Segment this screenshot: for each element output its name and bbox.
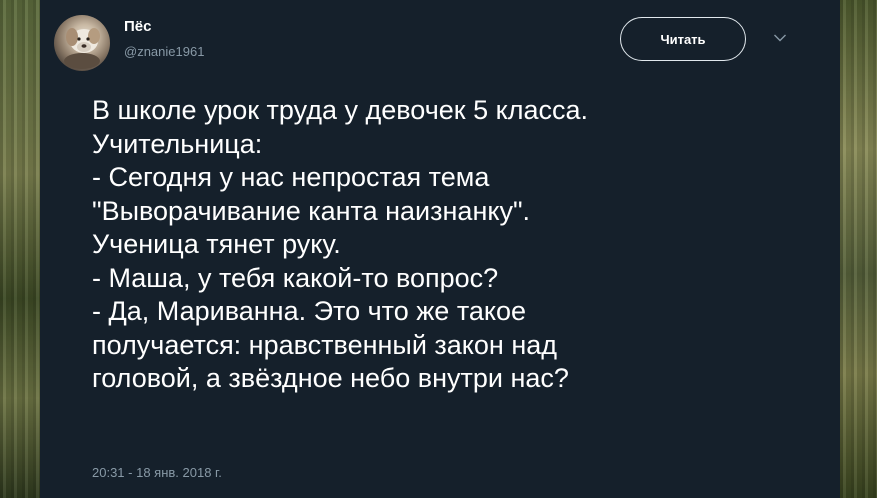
tweet-line: "Выворачивание канта наизнанку". <box>92 195 531 226</box>
tweet-line: - Да, Мариванна. Это что же такое <box>92 296 527 326</box>
tweet-line: - Сегодня у нас непростая тема <box>92 162 490 192</box>
tweet-line: Учительница: <box>92 128 263 159</box>
dog-avatar-image <box>64 28 100 69</box>
chevron-down-icon[interactable] <box>773 33 787 43</box>
background-photo-right <box>840 0 877 498</box>
tweet-timestamp[interactable]: 20:31 - 18 янв. 2018 г. <box>92 465 222 481</box>
tweet-line: В школе урок труда у девочек 5 класса. <box>92 95 589 125</box>
follow-button[interactable]: Читать <box>620 17 746 61</box>
tweet-line: - Маша, у тебя какой-то вопрос? <box>92 262 499 293</box>
tweet-text: В школе урок труда у девочек 5 класса. У… <box>92 94 812 396</box>
author-handle[interactable]: @znanie1961 <box>124 44 204 60</box>
tweet-line: получается: нравственный закон над <box>92 329 558 360</box>
follow-button-label: Читать <box>660 31 706 47</box>
tweet-line: головой, а звёздное небо внутри нас? <box>92 363 569 393</box>
background-photo-left <box>0 0 40 498</box>
tweet-line: Ученица тянет руку. <box>92 229 341 259</box>
avatar[interactable] <box>54 15 110 71</box>
author-name[interactable]: Пёс <box>124 18 151 36</box>
